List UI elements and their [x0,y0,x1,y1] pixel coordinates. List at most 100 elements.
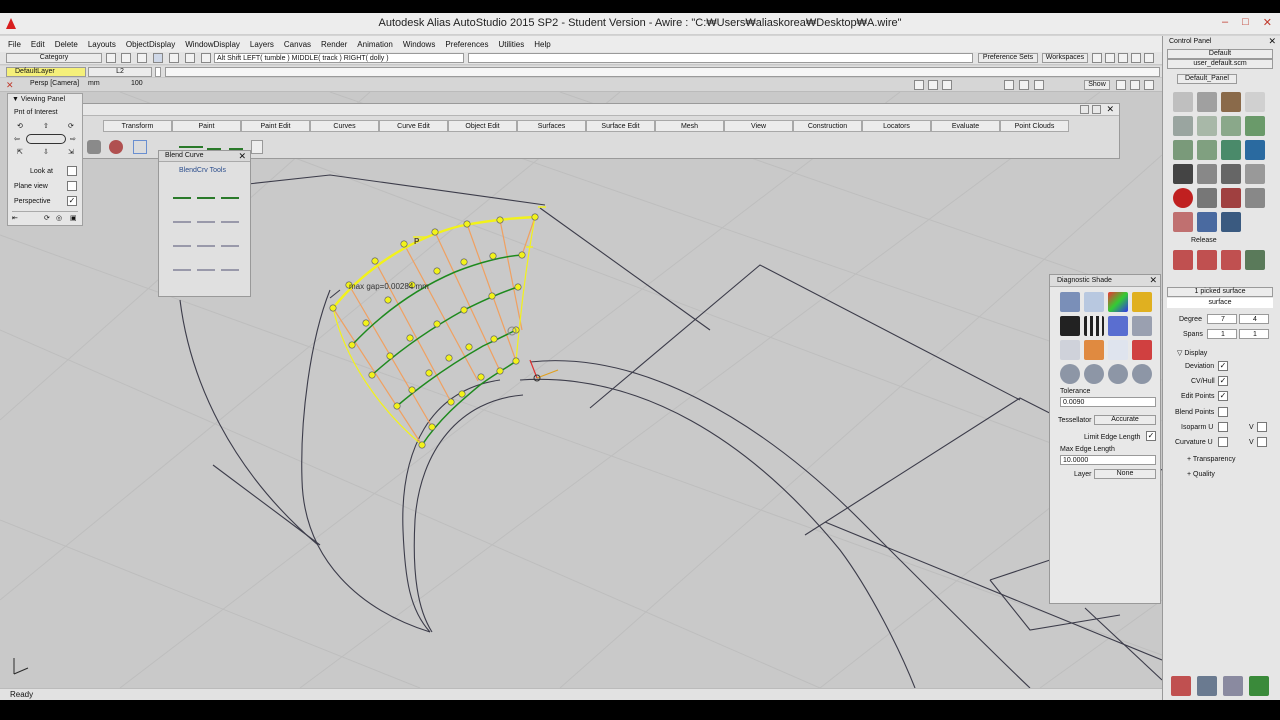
default-panel-tab[interactable]: Default_Panel [1177,74,1237,84]
curve-icon[interactable] [137,53,147,63]
shelf-tool-icon-1[interactable] [87,140,101,154]
deviation-checkbox[interactable]: ✓ [1218,361,1228,371]
shade-mode-11-icon[interactable] [1108,340,1128,360]
fan-icon-3[interactable] [1131,53,1141,63]
blend-tool-icon-5[interactable] [197,207,215,223]
shelf-tool-icon-2[interactable] [109,140,123,154]
control-tool-5-icon[interactable] [1173,116,1193,136]
control-tool-13-icon[interactable] [1173,164,1193,184]
control-tool-14-icon[interactable] [1197,164,1217,184]
blend-tool-icon-10[interactable] [173,255,191,271]
arrow-left-icon[interactable]: ⇦ [14,135,20,143]
default-dropdown[interactable]: Default [1167,49,1273,59]
degree-v-field[interactable]: 4 [1239,314,1269,324]
menu-preferences[interactable]: Preferences [445,40,488,49]
snap-curve-icon[interactable] [169,53,179,63]
control-tool-15-icon[interactable] [1221,164,1241,184]
menu-windowdisplay[interactable]: WindowDisplay [185,40,240,49]
tab-mesh[interactable]: Mesh [655,120,724,132]
menu-file[interactable]: File [8,40,21,49]
shelf-list-icon[interactable] [1092,105,1101,114]
menu-utilities[interactable]: Utilities [498,40,524,49]
shelf-close-icon[interactable]: ✕ [1106,104,1114,115]
curvature-u-checkbox[interactable] [1218,437,1228,447]
maximize-button[interactable]: □ [1242,16,1249,29]
shelf-tool-icon-6[interactable] [229,140,243,150]
show-button[interactable]: Show [1084,80,1110,90]
arrow-icon-4[interactable]: ⇲ [68,148,74,156]
menu-canvas[interactable]: Canvas [284,40,311,49]
spans-v-field[interactable]: 1 [1239,329,1269,339]
arrow-icon-2[interactable]: ⟳ [68,122,74,130]
shade-mode-15-icon[interactable] [1108,364,1128,384]
blend-tool-icon-12[interactable] [221,255,239,271]
blend-tool-icon-6[interactable] [221,207,239,223]
blend-tool-icon-8[interactable] [197,231,215,247]
view-icon-8[interactable] [1144,80,1154,90]
bottom-tool-3-icon[interactable] [1223,676,1243,696]
transparency-section[interactable]: + Transparency [1187,456,1235,463]
layer-checkbox[interactable] [155,67,161,77]
picked-object-dropdown[interactable]: 1 picked surface [1167,287,1273,297]
shelf-options-icon[interactable] [1080,105,1089,114]
bottom-tool-2-icon[interactable] [1197,676,1217,696]
tolerance-field[interactable]: 0.0090 [1060,397,1156,407]
tab-locators[interactable]: Locators [862,120,931,132]
control-tool-3-icon[interactable] [1221,92,1241,112]
view-icon-2[interactable] [928,80,938,90]
shade-mode-4-icon[interactable] [1132,292,1152,312]
menu-layers[interactable]: Layers [250,40,274,49]
refresh-icon[interactable]: ⟳ [44,214,50,222]
release-tool-3-icon[interactable] [1221,250,1241,270]
shade-mode-12-icon[interactable] [1132,340,1152,360]
tab-curve-edit[interactable]: Curve Edit [379,120,448,132]
look-at-icon[interactable] [67,166,77,176]
shade-mode-6-icon[interactable] [1084,316,1104,336]
shade-mode-7-icon[interactable] [1108,316,1128,336]
blend-tool-icon-11[interactable] [197,255,215,271]
control-close-icon[interactable]: ✕ [1268,36,1276,47]
blend-curve-create-icon[interactable] [173,183,191,199]
tab-construction[interactable]: Construction [793,120,862,132]
preference-sets-button[interactable]: Preference Sets [978,53,1038,63]
minimize-button[interactable]: – [1222,16,1228,29]
blend-constraint-icon[interactable] [221,183,239,199]
shade-mode-16-icon[interactable] [1132,364,1152,384]
tab-surface-edit[interactable]: Surface Edit [586,120,655,132]
tab-view[interactable]: View [724,120,793,132]
shade-mode-10-icon[interactable] [1084,340,1104,360]
release-tool-2-icon[interactable] [1197,250,1217,270]
shelf-tool-icon-4[interactable] [179,140,203,148]
control-tool-18-icon[interactable] [1197,188,1217,208]
tab-object-edit[interactable]: Object Edit [448,120,517,132]
quality-section[interactable]: + Quality [1187,471,1215,478]
back-icon[interactable]: ⇤ [12,214,18,222]
fan-icon-2[interactable] [1118,53,1128,63]
limit-edge-length-checkbox[interactable]: ✓ [1146,431,1156,441]
menu-animation[interactable]: Animation [357,40,393,49]
shade-mode-1-icon[interactable] [1060,292,1080,312]
blend-close-icon[interactable]: ✕ [238,151,246,162]
tab-point-clouds[interactable]: Point Clouds [1000,120,1069,132]
arrow-up-icon[interactable]: ⇧ [43,122,49,130]
arrow-down-icon[interactable]: ⇩ [43,148,49,156]
shelf-tool-icon-3[interactable] [133,140,147,154]
close-view-icon[interactable]: ✕ [6,81,15,90]
menu-render[interactable]: Render [321,40,347,49]
isoparm-v-checkbox[interactable] [1257,422,1267,432]
blend-points-checkbox[interactable] [1218,407,1228,417]
control-tool-17-icon[interactable] [1173,188,1193,208]
view-icon-1[interactable] [914,80,924,90]
menu-delete[interactable]: Delete [55,40,78,49]
layer-dropdown[interactable]: None [1094,469,1156,479]
view-icon-6[interactable] [1116,80,1126,90]
curvature-v-checkbox[interactable] [1257,437,1267,447]
blend-curve-edit-icon[interactable] [197,183,215,199]
shade-mode-3-icon[interactable] [1108,292,1128,312]
control-tool-11-icon[interactable] [1221,140,1241,160]
control-tool-12-icon[interactable] [1245,140,1265,160]
dolly-pill-icon[interactable] [26,134,66,144]
tab-curves[interactable]: Curves [310,120,379,132]
control-tool-20-icon[interactable] [1245,188,1265,208]
tessellator-dropdown[interactable]: Accurate [1094,415,1156,425]
